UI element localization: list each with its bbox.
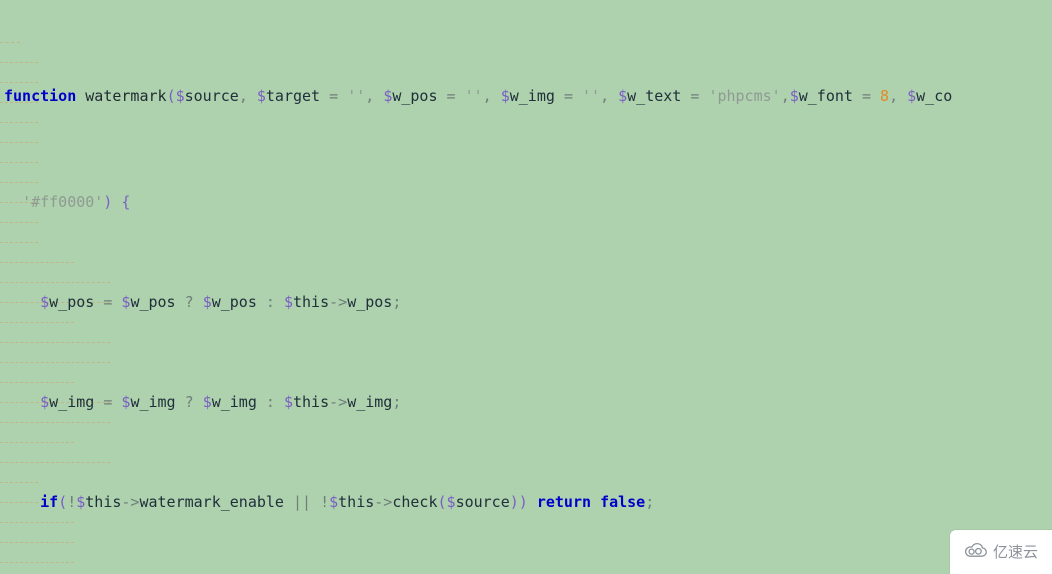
code-line: $w_img = $w_img ? $w_img : $this->w_img;: [40, 393, 402, 411]
code-block: function watermark($source, $target = ''…: [0, 0, 1052, 574]
code-line: $w_pos = $w_pos ? $w_pos : $this->w_pos;: [40, 293, 402, 311]
code-line: if(!$this->watermark_enable || !$this->c…: [40, 493, 655, 511]
code-screenshot: function watermark($source, $target = ''…: [0, 0, 1052, 574]
site-watermark: 亿速云: [950, 530, 1052, 574]
watermark-label: 亿速云: [992, 542, 1038, 561]
cloud-icon: [964, 542, 988, 562]
code-line: function watermark($source, $target = ''…: [4, 87, 953, 105]
code-line: '#ff0000') {: [22, 193, 131, 211]
